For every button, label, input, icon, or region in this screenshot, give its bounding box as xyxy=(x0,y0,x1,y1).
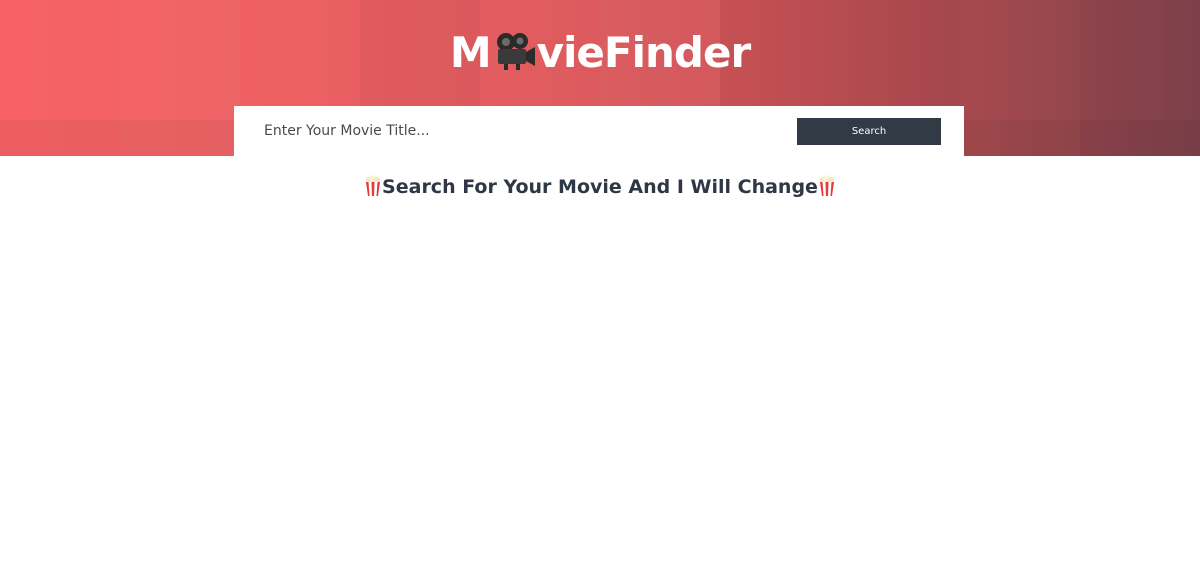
header-banner: M vieFinder Search xyxy=(0,0,1200,156)
popcorn-icon xyxy=(818,175,836,197)
site-logo[interactable]: M vieFinder xyxy=(0,28,1200,78)
search-bar: Search xyxy=(234,106,964,156)
logo-prefix: M xyxy=(449,28,492,77)
search-input[interactable] xyxy=(264,106,784,156)
popcorn-icon xyxy=(364,175,382,197)
tagline-text: Search For Your Movie And I Will Change xyxy=(382,176,818,198)
page-tagline: Search For Your Movie And I Will Change xyxy=(0,173,1200,201)
page: M vieFinder Search xyxy=(0,0,1200,575)
search-button[interactable]: Search xyxy=(797,118,941,145)
logo-suffix: vieFinder xyxy=(536,28,752,77)
movie-camera-icon xyxy=(492,31,536,71)
